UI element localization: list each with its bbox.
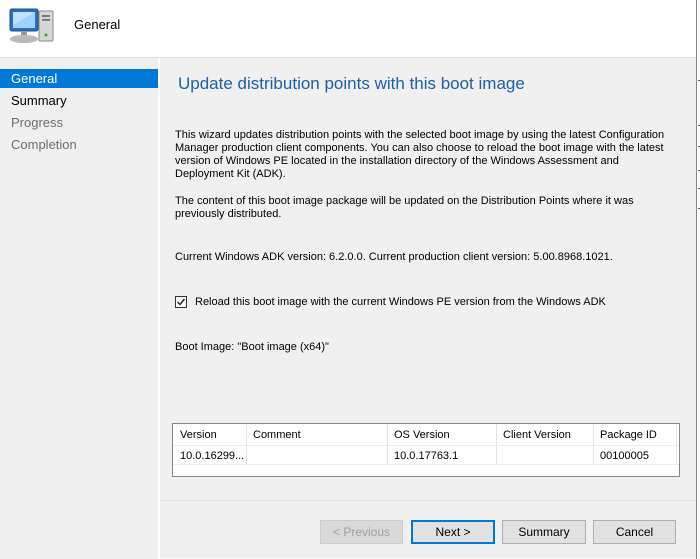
- nav-item-summary[interactable]: Summary: [0, 91, 158, 110]
- next-button[interactable]: Next >: [411, 520, 495, 544]
- intro-text: This wizard updates distribution points …: [175, 129, 665, 180]
- checkmark-icon: [177, 298, 186, 306]
- cell-version[interactable]: 10.0.16299...: [180, 450, 244, 462]
- header-separator: [173, 445, 679, 446]
- column-divider: [593, 424, 594, 464]
- column-divider: [676, 424, 677, 464]
- col-header-comment[interactable]: Comment: [253, 429, 301, 441]
- cell-os-version[interactable]: 10.0.17763.1: [394, 450, 458, 462]
- cancel-button[interactable]: Cancel: [593, 520, 676, 544]
- wizard-button-bar: < Previous Next > Summary Cancel: [160, 500, 696, 558]
- col-header-version[interactable]: Version: [180, 429, 217, 441]
- nav-item-completion: Completion: [11, 137, 77, 152]
- wizard-nav: General Summary Progress Completion: [0, 58, 158, 559]
- col-header-package-id[interactable]: Package ID: [600, 429, 657, 441]
- previous-button[interactable]: < Previous: [320, 520, 403, 544]
- col-header-client-version[interactable]: Client Version: [503, 429, 571, 441]
- summary-button[interactable]: Summary: [502, 520, 586, 544]
- cell-package-id[interactable]: 00100005: [600, 450, 649, 462]
- column-divider: [387, 424, 388, 464]
- boot-image-table: Version Comment OS Version Client Versio…: [172, 423, 680, 477]
- adk-version-text: Current Windows ADK version: 6.2.0.0. Cu…: [175, 251, 613, 263]
- row-separator: [173, 464, 679, 465]
- reload-checkbox-label[interactable]: Reload this boot image with the current …: [195, 296, 606, 308]
- nav-item-progress: Progress: [11, 115, 64, 130]
- background-window-edge: [696, 0, 700, 559]
- nav-item-general[interactable]: General: [0, 69, 158, 88]
- content-note-text: The content of this boot image package w…: [175, 195, 634, 220]
- page-heading: Update distribution points with this boo…: [178, 74, 525, 93]
- wizard-page-general: Update distribution points with this boo…: [160, 58, 696, 500]
- computer-monitor-icon: [9, 8, 54, 43]
- col-header-os-version[interactable]: OS Version: [394, 429, 450, 441]
- boot-image-text: Boot Image: "Boot image (x64)": [175, 341, 329, 353]
- reload-checkbox[interactable]: [175, 296, 187, 308]
- header-title: General: [74, 17, 121, 32]
- wizard-header: General: [0, 0, 696, 58]
- column-divider: [496, 424, 497, 464]
- column-divider: [246, 424, 247, 464]
